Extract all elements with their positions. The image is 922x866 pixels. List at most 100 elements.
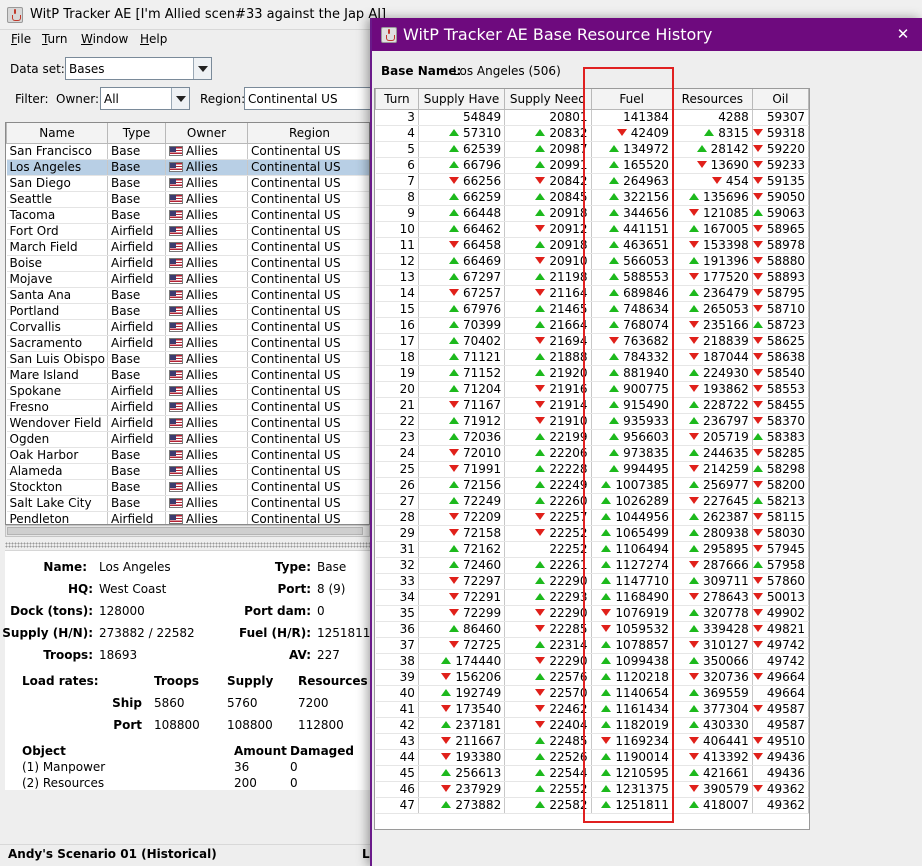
column-header-resources[interactable]: Resources <box>671 89 753 110</box>
table-row[interactable]: 37 72725 22314 1078857 310127 49742 <box>375 637 809 654</box>
table-row[interactable]: 13 67297 21198 588553 177520 58893 <box>375 269 809 286</box>
table-row[interactable]: 20 71204 21916 900775 193862 58553 <box>375 381 809 398</box>
menu-file[interactable]: File <box>11 32 31 46</box>
table-row[interactable]: 33 72297 22290 1147710 309711 57860 <box>375 573 809 590</box>
table-row[interactable]: Los Angeles Base Allies Continental US <box>6 159 369 176</box>
owner-combo[interactable]: All <box>100 87 190 110</box>
table-row[interactable]: 25 71991 22228 994495 214259 58298 <box>375 461 809 478</box>
table-row[interactable]: Wendover Field Airfield Allies Continental … <box>6 415 369 432</box>
arrow-down-icon <box>688 464 699 472</box>
table-row[interactable]: Portland Base Allies Continental US <box>6 303 369 320</box>
table-row[interactable]: 29 72158 22252 1065499 280938 58030 <box>375 525 809 542</box>
table-row[interactable]: Ogden Airfield Allies Continental US <box>6 431 369 448</box>
table-row[interactable]: 36 86460 22285 1059532 339428 49821 <box>375 621 809 638</box>
table-row[interactable]: Fresno Airfield Allies Continental US <box>6 399 369 416</box>
menu-help[interactable]: Help <box>140 32 167 46</box>
table-row[interactable]: 46 237929 22552 1231375 390579 49362 <box>375 781 809 798</box>
table-row[interactable]: 16 70399 21664 768074 235166 58723 <box>375 317 809 334</box>
table-row[interactable]: 11 66458 20918 463651 153398 58978 <box>375 237 809 254</box>
table-row[interactable]: Stockton Base Allies Continental US <box>6 479 369 496</box>
table-row[interactable]: 9 66448 20918 344656 121085 59063 <box>375 205 809 222</box>
table-row[interactable]: Santa Ana Base Allies Continental US <box>6 287 369 304</box>
table-row[interactable]: 17 70402 21694 763682 218839 58625 <box>375 333 809 350</box>
table-row[interactable]: Oak Harbor Base Allies Continental US <box>6 447 369 464</box>
table-row[interactable]: 22 71912 21910 935933 236797 58370 <box>375 413 809 430</box>
table-row[interactable]: San Luis Obispo Base Allies Continental US <box>6 351 369 368</box>
table-row[interactable]: Tacoma Base Allies Continental US <box>6 207 369 224</box>
table-row[interactable]: 3 54849 20801 141384 4288 59307 <box>375 109 809 126</box>
table-row[interactable]: 6 66796 20991 165520 13690 59233 <box>375 157 809 174</box>
cell-owner: Allies <box>165 431 248 448</box>
table-row[interactable]: San Diego Base Allies Continental US <box>6 175 369 192</box>
column-header-turn[interactable]: Turn <box>375 89 419 110</box>
table-row[interactable]: Sacramento Airfield Allies Continental US <box>6 335 369 352</box>
table-row[interactable]: 43 211667 22485 1169234 406441 49510 <box>375 733 809 750</box>
close-icon[interactable]: ✕ <box>892 24 914 44</box>
scrollbar-thumb[interactable] <box>7 527 363 535</box>
table-row[interactable]: Fort Ord Airfield Allies Continental US <box>6 223 369 240</box>
table-row[interactable]: 24 72010 22206 973835 244635 58285 <box>375 445 809 462</box>
table-row[interactable]: 44 193380 22526 1190014 413392 49436 <box>375 749 809 766</box>
table-row[interactable]: 18 71121 21888 784332 187044 58638 <box>375 349 809 366</box>
table-row[interactable]: 12 66469 20910 566053 191396 58880 <box>375 253 809 270</box>
table-row[interactable]: 21 71167 21914 915490 228722 58455 <box>375 397 809 414</box>
column-header-region[interactable]: Region <box>247 123 369 144</box>
table-row[interactable]: Seattle Base Allies Continental US <box>6 191 369 208</box>
table-row[interactable]: Corvallis Airfield Allies Continental US <box>6 319 369 336</box>
table-row[interactable]: 32 72460 22261 1127274 287666 57958 <box>375 557 809 574</box>
table-row[interactable]: San Francisco Base Allies Continental US <box>6 143 369 160</box>
table-row[interactable]: 31 72162 22252 1106494 295895 57945 <box>375 541 809 558</box>
arrow-down-icon <box>688 272 699 280</box>
table-row[interactable]: 39 156206 22576 1120218 320736 49664 <box>375 669 809 686</box>
menu-window[interactable]: Window <box>81 32 128 46</box>
column-header-oil[interactable]: Oil <box>751 89 809 110</box>
table-row[interactable]: 23 72036 22199 956603 205719 58383 <box>375 429 809 446</box>
table-row[interactable]: 35 72299 22290 1076919 320778 49902 <box>375 605 809 622</box>
chevron-down-icon[interactable] <box>193 58 211 79</box>
table-row[interactable]: Pendleton Airfield Allies Continental US <box>6 511 369 524</box>
table-row[interactable]: 19 71152 21920 881940 224930 58540 <box>375 365 809 382</box>
table-row[interactable]: Alameda Base Allies Continental US <box>6 463 369 480</box>
table-row[interactable]: Spokane Airfield Allies Continental US <box>6 383 369 400</box>
arrow-down-icon <box>535 688 546 696</box>
table-row[interactable]: 34 72291 22293 1168490 278643 50013 <box>375 589 809 606</box>
table-row[interactable]: 5 62539 20987 134972 28142 59220 <box>375 141 809 158</box>
table-row[interactable]: Mojave Airfield Allies Continental US <box>6 271 369 288</box>
split-pane-divider[interactable] <box>5 542 370 548</box>
table-row[interactable]: Salt Lake City Base Allies Continental US <box>6 495 369 512</box>
table-row[interactable]: 7 66256 20842 264963 454 59135 <box>375 173 809 190</box>
table-row[interactable]: 40 192749 22570 1140654 369559 49664 <box>375 685 809 702</box>
column-header-owner[interactable]: Owner <box>165 123 248 144</box>
table-row[interactable]: March Field Airfield Allies Continental US <box>6 239 369 256</box>
table-row[interactable]: Boise Airfield Allies Continental US <box>6 255 369 272</box>
column-header-fuel[interactable]: Fuel <box>590 89 673 110</box>
cell-text: Base <box>111 367 141 382</box>
table-row[interactable]: 47 273882 22582 1251811 418007 49362 <box>375 797 809 814</box>
table-row[interactable]: 41 173540 22462 1161434 377304 49587 <box>375 701 809 718</box>
column-header-supply-have[interactable]: Supply Have <box>417 89 506 110</box>
column-header-name[interactable]: Name <box>6 123 108 144</box>
table-row[interactable]: 38 174440 22290 1099438 350066 49742 <box>375 653 809 670</box>
table-row[interactable]: 10 66462 20912 441151 167005 58965 <box>375 221 809 238</box>
table-row[interactable]: 15 67976 21465 748634 265053 58710 <box>375 301 809 318</box>
chevron-down-icon[interactable] <box>171 88 189 109</box>
menu-turn[interactable]: Turn <box>42 32 67 46</box>
table-row[interactable]: 26 72156 22249 1007385 256977 58200 <box>375 477 809 494</box>
horizontal-scrollbar[interactable] <box>5 525 370 537</box>
table-row[interactable]: 14 67257 21164 689846 236479 58795 <box>375 285 809 302</box>
column-header-supply-need[interactable]: Supply Need <box>504 89 592 110</box>
table-row[interactable]: Mare Island Base Allies Continental US <box>6 367 369 384</box>
history-title-bar[interactable]: WitP Tracker AE Base Resource History ✕ <box>372 18 922 51</box>
cell-value: 59063 <box>766 205 805 220</box>
cell-text: Allies <box>186 495 218 510</box>
table-row[interactable]: 45 256613 22544 1210595 421661 49436 <box>375 765 809 782</box>
region-combo[interactable]: Continental US <box>244 87 370 110</box>
table-row[interactable]: 8 66259 20845 322156 135696 59050 <box>375 189 809 206</box>
cell-text: Base <box>111 463 141 478</box>
table-row[interactable]: 4 57310 20832 42409 8315 59318 <box>375 125 809 142</box>
table-row[interactable]: 27 72249 22260 1026289 227645 58213 <box>375 493 809 510</box>
dataset-combo[interactable]: Bases <box>65 57 212 80</box>
table-row[interactable]: 42 237181 22404 1182019 430330 49587 <box>375 717 809 734</box>
column-header-type[interactable]: Type <box>107 123 166 144</box>
table-row[interactable]: 28 72209 22257 1044956 262387 58115 <box>375 509 809 526</box>
